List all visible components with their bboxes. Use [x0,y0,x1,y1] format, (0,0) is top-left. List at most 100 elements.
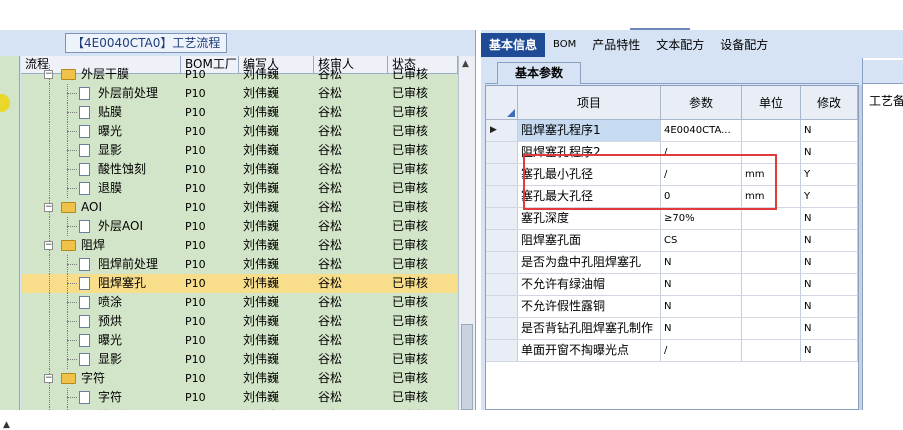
tree-scrollbar[interactable]: ▲ [458,56,475,410]
col-header-unit[interactable]: 单位 [742,86,801,119]
tree-node[interactable]: 酸性蚀刻 [21,160,181,179]
tree-row[interactable]: 外层前处理 P10 刘伟巍 谷松 已审核 [21,84,458,103]
bom-cell: P10 [185,163,206,176]
row-indicator[interactable] [486,230,518,251]
col-header-item[interactable]: 项目 [518,86,661,119]
craft-tab[interactable] [863,60,903,84]
tree-row[interactable]: 阻焊前处理 P10 刘伟巍 谷松 已审核 [21,255,458,274]
param-value-cell[interactable]: N [661,296,742,317]
tab-basic-info[interactable]: 基本信息 [481,33,546,57]
param-unit-cell [742,252,801,273]
tree-row[interactable]: 贴膜 P10 刘伟巍 谷松 已审核 [21,103,458,122]
tree-row[interactable]: 曝光 P10 刘伟巍 谷松 已审核 [21,331,458,350]
tree-node[interactable]: 喷涂 [21,293,181,312]
tree-row[interactable]: − 阻焊 P10 刘伟巍 谷松 已审核 [21,236,458,255]
tree-row[interactable]: 酸性蚀刻 P10 刘伟巍 谷松 已审核 [21,160,458,179]
scroll-down-arrow-icon[interactable]: ▲ [3,420,10,430]
param-value-cell[interactable]: N [661,318,742,339]
param-row[interactable]: ▶ 阻焊塞孔程序1 4E0040CTA... N [486,120,858,142]
param-row[interactable]: 是否背钻孔阻焊塞孔制作 N N [486,318,858,340]
tree-row[interactable]: 字符 P10 刘伟巍 谷松 已审核 [21,388,458,407]
tree-node[interactable]: 贴膜 [21,103,181,122]
status-cell: 已审核 [392,67,429,81]
document-icon [79,87,90,100]
tab-product-features[interactable]: 产品特性 [584,33,648,57]
tree-row[interactable]: 外层AOI P10 刘伟巍 谷松 已审核 [21,217,458,236]
document-icon [79,277,90,290]
col-header-value[interactable]: 参数 [661,86,742,119]
row-indicator[interactable] [486,252,518,273]
tree-row[interactable]: 退膜 P10 刘伟巍 谷松 已审核 [21,179,458,198]
row-indicator[interactable] [486,164,518,185]
collapse-icon[interactable]: − [44,203,53,212]
tree-row[interactable]: − AOI P10 刘伟巍 谷松 已审核 [21,198,458,217]
row-indicator[interactable] [486,318,518,339]
grid-header: 项目 参数 单位 修改 [486,86,858,120]
node-label: 显影 [98,143,123,157]
tree-node[interactable]: 曝光 [21,331,181,350]
tree-node[interactable]: 阻焊塞孔 [21,274,181,293]
scrollbar-thumb[interactable] [461,324,473,410]
status-cell: 已审核 [392,105,429,119]
tree-node[interactable]: − AOI [21,198,181,217]
param-value-cell[interactable]: ≥70% [661,208,742,229]
param-value-cell[interactable]: CS [661,230,742,251]
tree-row[interactable]: 喷涂 P10 刘伟巍 谷松 已审核 [21,293,458,312]
tree-node[interactable]: 外层前处理 [21,84,181,103]
writer-cell: 刘伟巍 [243,314,280,328]
param-row[interactable]: 不允许有绿油帽 N N [486,274,858,296]
tab-equipment-recipe[interactable]: 设备配方 [712,33,776,57]
tree-node[interactable]: 预烘 [21,312,181,331]
row-indicator[interactable]: ▶ [486,120,518,141]
tree-node[interactable]: 显影 [21,350,181,369]
tree-node[interactable]: 曝光 [21,122,181,141]
status-cell: 已审核 [392,257,429,271]
collapse-icon[interactable]: − [44,374,53,383]
param-row[interactable]: 塞孔深度 ≥70% N [486,208,858,230]
tree-row[interactable]: − 外层干膜 P10 刘伟巍 谷松 已审核 [21,65,458,84]
reviewer-cell: 谷松 [318,238,343,252]
bom-cell: P10 [185,391,206,404]
param-value-cell[interactable]: 4E0040CTA... [661,120,742,141]
tree-row[interactable]: 预烘 P10 刘伟巍 谷松 已审核 [21,312,458,331]
row-indicator[interactable] [486,142,518,163]
tree-node[interactable]: 字符 [21,388,181,407]
writer-cell: 刘伟巍 [243,200,280,214]
tree-node[interactable]: 显影 [21,141,181,160]
collapse-icon[interactable]: − [44,70,53,79]
tree-node[interactable]: 阻焊前处理 [21,255,181,274]
row-indicator[interactable] [486,186,518,207]
param-row[interactable]: 不允许假性露铜 N N [486,296,858,318]
param-value-cell[interactable]: / [661,340,742,361]
row-indicator[interactable] [486,208,518,229]
col-header-modified[interactable]: 修改 [801,86,858,119]
process-title-tab[interactable]: 【4E0040CTA0】工艺流程 [65,33,228,53]
tree-row[interactable]: 曝光 P10 刘伟巍 谷松 已审核 [21,122,458,141]
param-value-cell[interactable]: N [661,274,742,295]
tree-row[interactable]: 显影 P10 刘伟巍 谷松 已审核 [21,141,458,160]
tree-row[interactable]: 阻焊塞孔 P10 刘伟巍 谷松 已审核 [21,274,458,293]
param-row[interactable]: 是否为盘中孔阻焊塞孔 N N [486,252,858,274]
tab-bom[interactable]: BOM [545,33,584,57]
param-modified-cell: N [801,142,858,163]
param-value-cell[interactable]: N [661,252,742,273]
tree-node[interactable]: − 外层干膜 [21,65,181,84]
row-indicator[interactable] [486,274,518,295]
bom-cell: P10 [185,239,206,252]
collapse-icon[interactable]: − [44,241,53,250]
param-unit-cell [742,340,801,361]
param-row[interactable]: 单面开窗不掏曝光点 / N [486,340,858,362]
tree-node[interactable]: 外层AOI [21,217,181,236]
tab-text-recipe[interactable]: 文本配方 [648,33,712,57]
scroll-up-arrow-icon[interactable]: ▲ [462,59,469,69]
tab-basic-params[interactable]: 基本参数 [497,62,581,84]
tree-row[interactable]: 显影 P10 刘伟巍 谷松 已审核 [21,350,458,369]
tree-row[interactable]: − 字符 P10 刘伟巍 谷松 已审核 [21,369,458,388]
tree-node[interactable]: 退膜 [21,179,181,198]
param-row[interactable]: 阻焊塞孔面 CS N [486,230,858,252]
tree-node[interactable]: − 阻焊 [21,236,181,255]
tree-node[interactable]: − 字符 [21,369,181,388]
row-indicator[interactable] [486,340,518,361]
param-unit-cell [742,230,801,251]
row-indicator[interactable] [486,296,518,317]
